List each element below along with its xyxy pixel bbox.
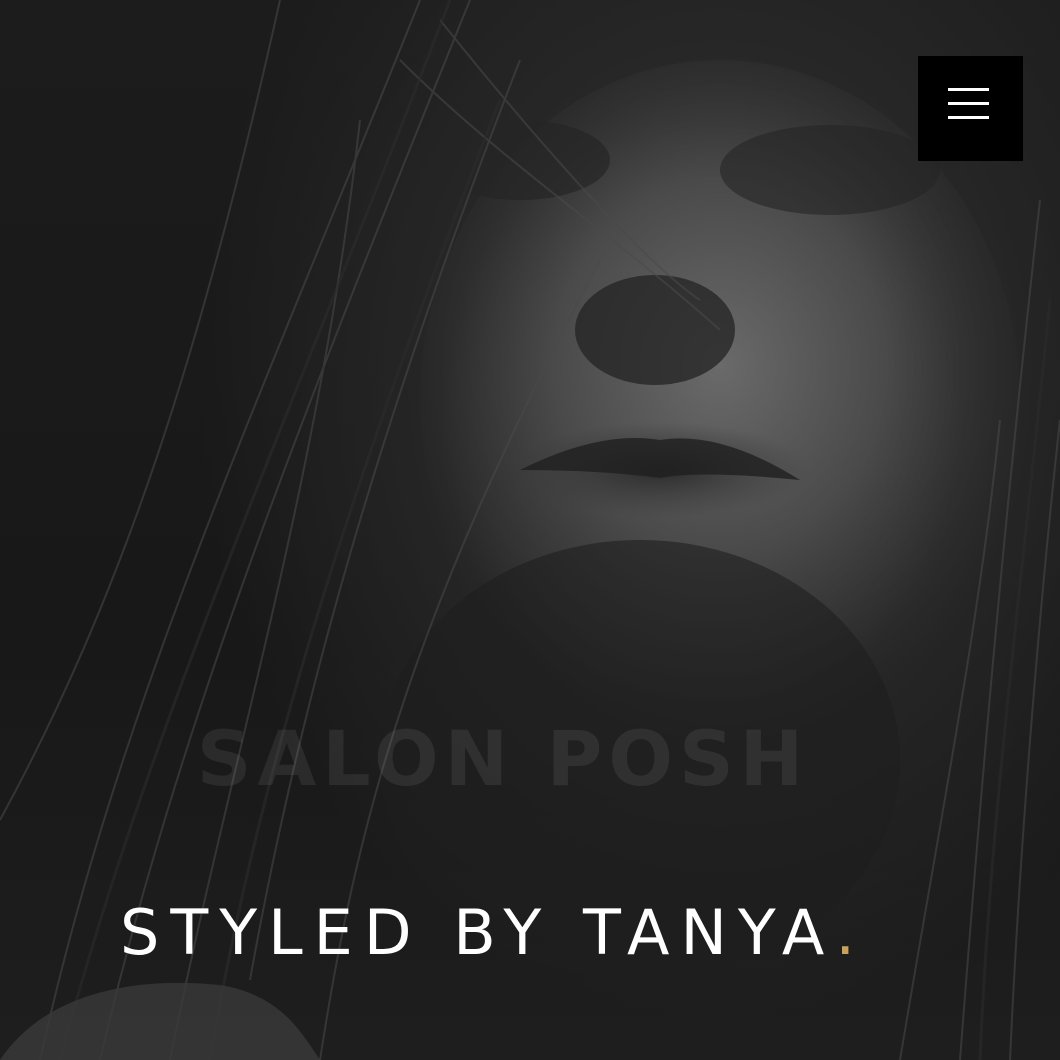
hero-tagline: STYLED BY TANYA. <box>120 896 855 969</box>
menu-button[interactable] <box>918 56 1023 161</box>
hamburger-menu-icon-bar <box>948 102 989 105</box>
hamburger-menu-icon <box>948 88 989 91</box>
salon-watermark-text: SALON POSH <box>196 714 810 803</box>
hamburger-menu-icon-bar <box>948 116 989 119</box>
hero-section: SALON POSH STYLED BY TANYA. <box>0 0 1060 1060</box>
tagline-text: STYLED BY TANYA <box>120 896 836 969</box>
tagline-accent-dot: . <box>835 896 856 969</box>
